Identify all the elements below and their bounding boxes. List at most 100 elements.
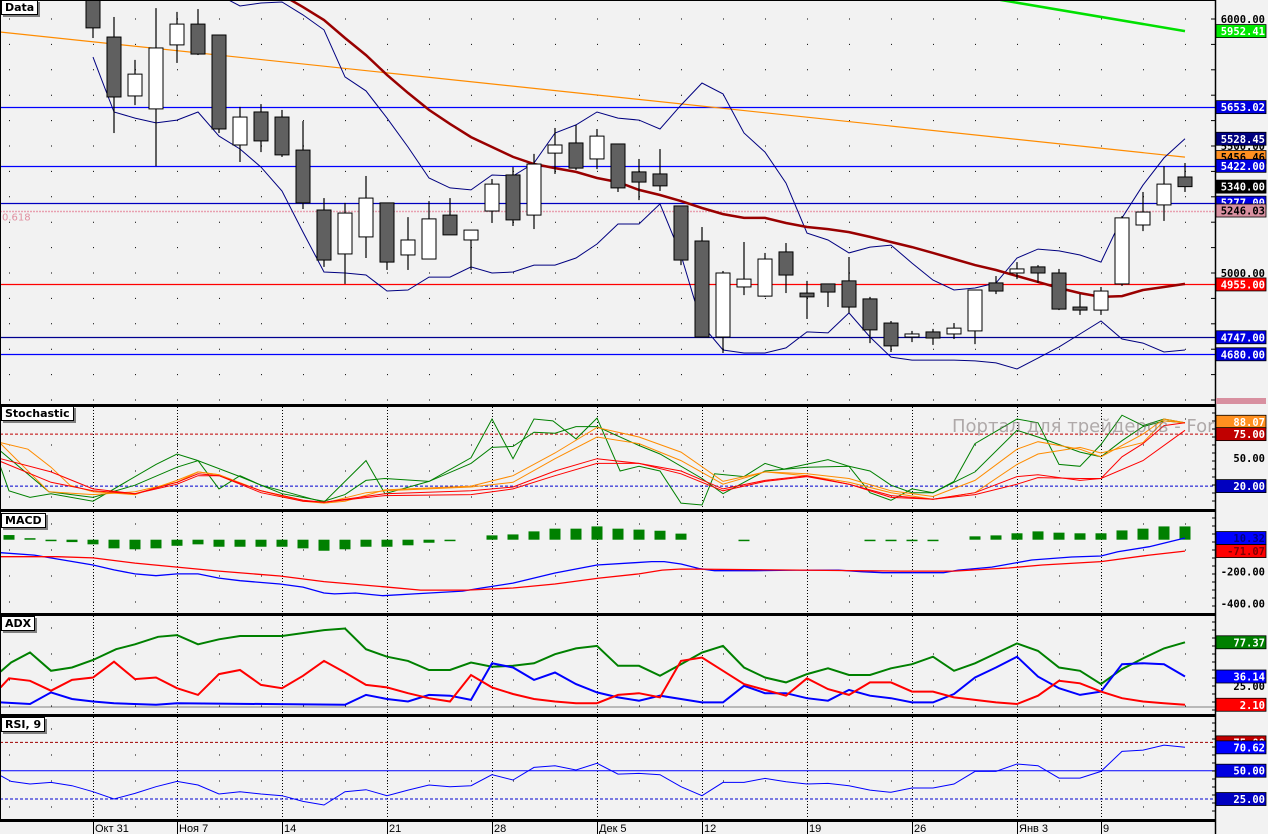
price-marker-label: 36.14 (1215, 669, 1267, 684)
candle[interactable] (778, 243, 794, 294)
candle[interactable] (274, 109, 290, 157)
candle[interactable] (904, 330, 920, 343)
candle[interactable] (967, 289, 983, 345)
candle[interactable] (85, 0, 101, 39)
candle[interactable] (526, 153, 542, 230)
candle[interactable] (1156, 166, 1172, 221)
panel-plot-3 (0, 616, 1215, 715)
candle-body-bullish (148, 47, 164, 110)
candle[interactable] (925, 328, 941, 345)
candle[interactable] (505, 167, 521, 227)
candle-body-bullish (1156, 183, 1172, 206)
candle[interactable] (988, 276, 1004, 295)
panel-separator[interactable] (0, 613, 1215, 616)
axis-label: -400.00 (1221, 599, 1265, 611)
candle-body-bearish (505, 174, 521, 221)
macd-histogram-bar (150, 539, 162, 549)
macd-histogram-bar (675, 533, 687, 540)
candle[interactable] (694, 227, 710, 338)
macd-histogram-bar (402, 539, 414, 546)
adx-line (0, 627, 1186, 686)
date-label: 14 (284, 823, 296, 834)
panel-title-macd: MACD (1, 513, 46, 528)
candle[interactable] (862, 296, 878, 344)
panel-plot-4 (0, 717, 1215, 820)
candle[interactable] (1177, 163, 1193, 192)
price-marker-label: 25.00 (1215, 792, 1267, 806)
candle-body-bearish (106, 36, 122, 98)
marker-text: 25.00 (1233, 794, 1265, 806)
candle[interactable] (736, 242, 752, 296)
candle[interactable] (400, 217, 416, 270)
candle-body-bullish (589, 135, 605, 160)
candle[interactable] (337, 202, 353, 284)
panel-separator[interactable] (0, 509, 1215, 512)
candle-body-bullish (757, 258, 773, 297)
candle[interactable] (169, 11, 185, 63)
trading-terminal-chart-window: 0.618 6000.00 5500.00 5000.00 5952.41 5653.02… (0, 0, 1268, 834)
candle[interactable] (673, 205, 689, 266)
candle-body-bearish (694, 240, 710, 338)
candle[interactable] (484, 179, 500, 223)
candle-body-bearish (442, 214, 458, 236)
marker-text: 4747.00 (1221, 332, 1265, 344)
axis-label: 50.00 (1233, 453, 1265, 465)
candle[interactable] (358, 175, 374, 259)
candle[interactable] (946, 323, 962, 340)
candle-body-bearish (778, 251, 794, 276)
candle[interactable] (127, 59, 143, 106)
macd-histogram-bar (24, 538, 36, 540)
candle[interactable] (568, 124, 584, 170)
macd-histogram-bar (528, 531, 540, 540)
macd-histogram-bar (633, 529, 645, 540)
panel-separator[interactable] (0, 404, 1215, 407)
candle[interactable] (820, 283, 836, 308)
macd-histogram-bar (1053, 532, 1065, 540)
candle[interactable] (841, 256, 857, 313)
candle[interactable] (883, 321, 899, 352)
candle[interactable] (421, 201, 437, 260)
candle-body-bullish (1114, 217, 1130, 285)
macd-histogram-bar (1116, 530, 1128, 540)
candle[interactable] (295, 121, 311, 209)
candle[interactable] (1093, 286, 1109, 315)
candle[interactable] (715, 270, 731, 354)
macd-histogram-bar (549, 528, 561, 540)
candle[interactable] (1072, 294, 1088, 315)
candle[interactable] (106, 16, 122, 134)
candle-body-bearish (211, 34, 227, 130)
candle[interactable] (253, 104, 269, 153)
candle[interactable] (610, 143, 626, 192)
candle-body-bearish (568, 142, 584, 169)
marker-text: 4680.00 (1221, 349, 1265, 361)
macd-histogram-bar (990, 535, 1002, 540)
macd-histogram-bar (87, 539, 99, 545)
candle[interactable] (211, 34, 227, 134)
candle-body-bearish (988, 282, 1004, 292)
date-label: Дек 5 (599, 823, 627, 834)
macd-histogram-bar (381, 539, 393, 547)
candle[interactable] (148, 8, 164, 167)
candle[interactable] (190, 9, 206, 56)
macd-histogram-bar (507, 534, 519, 540)
candle[interactable] (463, 229, 479, 270)
candle[interactable] (316, 198, 332, 267)
panel-separator[interactable] (0, 714, 1215, 717)
macd-histogram-bar (45, 539, 57, 542)
panel-plot-0: 0.618 (0, 0, 1215, 401)
candle[interactable] (757, 252, 773, 297)
candle-body-bullish (169, 23, 185, 46)
panel-separator[interactable] (0, 819, 1215, 821)
date-label: Окт 31 (95, 823, 129, 834)
macd-histogram-bar (1011, 533, 1023, 540)
candle[interactable] (652, 149, 668, 191)
candle[interactable] (631, 158, 647, 201)
marker-text: 5653.02 (1221, 102, 1265, 114)
candle[interactable] (1114, 216, 1130, 286)
green-trendline (999, 0, 1186, 33)
candle[interactable] (589, 128, 605, 170)
candle[interactable] (1051, 268, 1067, 311)
candle[interactable] (379, 202, 395, 270)
macd-histogram-bar (192, 539, 204, 545)
candle[interactable] (799, 280, 815, 319)
